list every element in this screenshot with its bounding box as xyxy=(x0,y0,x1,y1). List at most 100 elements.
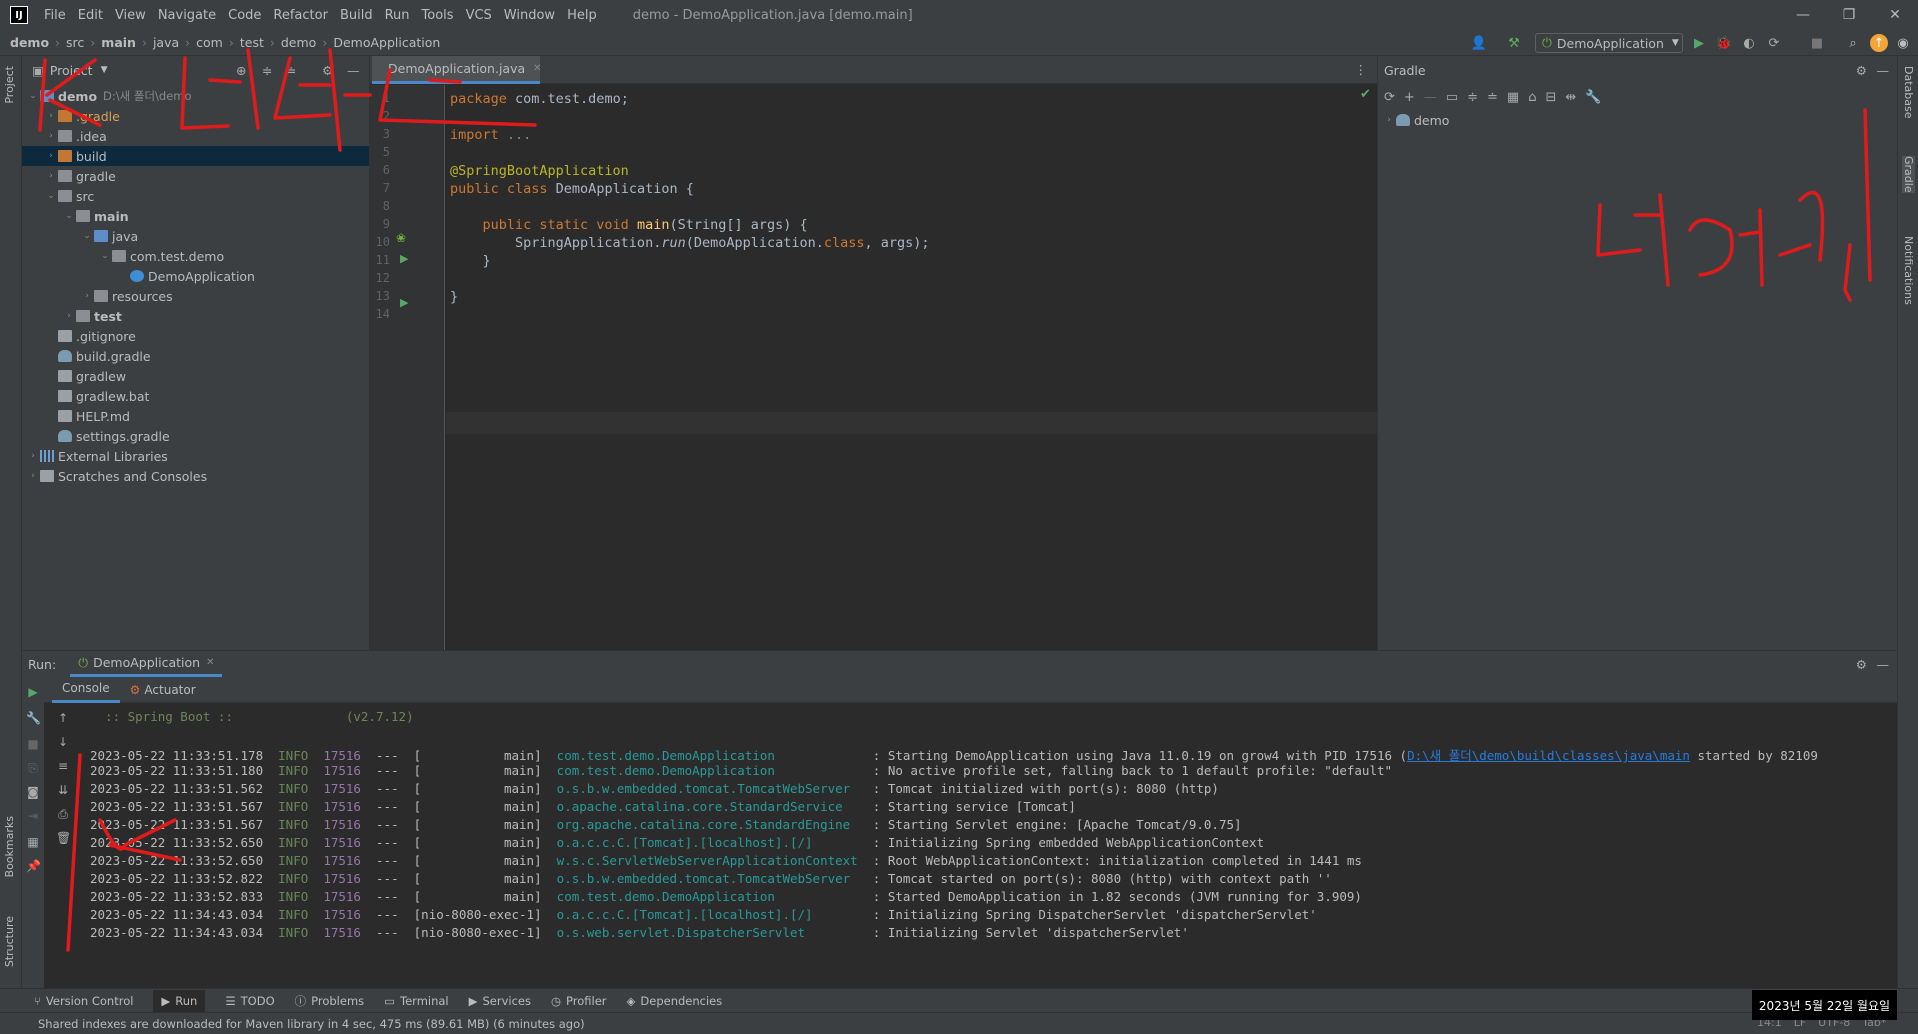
user-icon[interactable]: 👤 xyxy=(1470,34,1488,52)
run-gutter-icon[interactable]: ▶ xyxy=(400,252,408,265)
bookmarks-tool-button[interactable]: Bookmarks xyxy=(3,816,16,877)
menu-run[interactable]: Run xyxy=(379,8,416,23)
tree-item[interactable]: › build xyxy=(22,146,369,166)
status-message[interactable]: Shared indexes are downloaded for Maven … xyxy=(38,1017,585,1031)
breadcrumb-item[interactable]: demo xyxy=(10,35,49,50)
tree-item[interactable]: ⌄ demo D:\새 폴더\demo xyxy=(22,86,369,106)
project-tool-button[interactable]: Project xyxy=(3,66,16,104)
dependencies-icon[interactable]: ⇹ xyxy=(1565,90,1576,105)
update-icon[interactable]: ↑ xyxy=(1870,34,1888,52)
more-tabs-icon[interactable]: ⋮ xyxy=(1355,62,1368,77)
stop-icon[interactable]: ■ xyxy=(26,737,40,751)
collapse-all-icon[interactable]: ≐ xyxy=(286,63,296,78)
chevron-down-icon[interactable]: ⌄ xyxy=(44,191,58,201)
terminal-button[interactable]: ▭ Terminal xyxy=(384,994,448,1008)
breadcrumb-item[interactable]: src xyxy=(66,35,84,50)
scroll-down-icon[interactable]: ↓ xyxy=(56,735,70,749)
camera-icon[interactable]: ◙ xyxy=(26,785,40,799)
tree-item[interactable]: › Scratches and Consoles xyxy=(22,466,369,486)
tree-item[interactable]: DemoApplication xyxy=(22,266,369,286)
gradle-root-item[interactable]: › demo xyxy=(1378,110,1897,130)
reload-icon[interactable]: ⟳ xyxy=(1384,90,1395,105)
minimize-icon[interactable]: — xyxy=(1780,0,1826,30)
chevron-down-icon[interactable]: ⌄ xyxy=(98,251,112,261)
tab-demo-application[interactable]: DemoApplication.java ✕ xyxy=(372,56,542,84)
tree-item[interactable]: ⌄ main xyxy=(22,206,369,226)
exit-icon[interactable]: ⇥ xyxy=(26,809,40,823)
menu-window[interactable]: Window xyxy=(498,8,561,23)
chevron-right-icon[interactable]: › xyxy=(44,111,58,121)
tree-item[interactable]: ⌄ com.test.demo xyxy=(22,246,369,266)
menu-file[interactable]: File xyxy=(38,8,72,23)
chevron-down-icon[interactable]: ⌄ xyxy=(26,91,40,101)
tree-item[interactable]: gradlew.bat xyxy=(22,386,369,406)
gear-icon[interactable]: ⚙ xyxy=(1856,657,1867,672)
search-icon[interactable]: ⌕ xyxy=(1844,34,1862,52)
tree-item[interactable]: › External Libraries xyxy=(22,446,369,466)
print-icon[interactable]: ⎙ xyxy=(56,807,70,821)
database-tool-button[interactable]: Database xyxy=(1902,66,1915,119)
tree-item[interactable]: › .gradle xyxy=(22,106,369,126)
settings-logo-icon[interactable]: ◉ xyxy=(1894,34,1912,52)
breadcrumb-item[interactable]: main xyxy=(101,35,136,50)
remove-icon[interactable]: — xyxy=(1424,90,1437,105)
menu-view[interactable]: View xyxy=(109,8,152,23)
run-gutter-icon[interactable]: ▶ xyxy=(400,296,408,309)
tree-item[interactable]: ⌄ src xyxy=(22,186,369,206)
project-panel-title[interactable]: Project xyxy=(50,63,93,78)
menu-build[interactable]: Build xyxy=(334,8,379,23)
chevron-down-icon[interactable]: ⌄ xyxy=(62,211,76,221)
collapse-all-icon[interactable]: ≐ xyxy=(1487,90,1498,105)
menu-tools[interactable]: Tools xyxy=(416,8,460,23)
restore-layout-icon[interactable]: ⎘ xyxy=(26,761,40,775)
run-button[interactable]: ▶ Run xyxy=(153,989,206,1012)
log-path-link[interactable]: D:\새 폴더\demo\build\classes\java\main xyxy=(1407,748,1690,763)
chevron-down-icon[interactable]: ▼ xyxy=(101,65,108,75)
restore-icon[interactable]: ❐ xyxy=(1826,0,1872,30)
layout-icon[interactable]: ▦ xyxy=(26,835,40,849)
spring-bean-gutter-icon[interactable]: ❀ xyxy=(396,231,406,245)
gradle-tool-button[interactable]: Gradle xyxy=(1902,156,1915,193)
wrench-icon[interactable]: 🔧 xyxy=(26,711,41,725)
add-icon[interactable]: + xyxy=(1404,90,1415,105)
close-tab-icon[interactable]: ✕ xyxy=(206,657,214,668)
wrench-icon[interactable]: 🔧 xyxy=(1585,90,1601,105)
expand-all-icon[interactable]: ≑ xyxy=(262,63,272,78)
breadcrumb-item[interactable]: DemoApplication xyxy=(333,35,440,50)
hide-icon[interactable]: — xyxy=(1877,63,1890,78)
tree-item[interactable]: .gitignore xyxy=(22,326,369,346)
offline-icon[interactable]: ⊟ xyxy=(1545,90,1556,105)
hide-icon[interactable]: — xyxy=(1877,657,1890,672)
tab-console[interactable]: Console xyxy=(52,677,120,703)
problems-button[interactable]: ⓘ Problems xyxy=(295,993,365,1009)
tree-item[interactable]: build.gradle xyxy=(22,346,369,366)
structure-tool-button[interactable]: Structure xyxy=(3,916,16,967)
tree-item[interactable]: › .idea xyxy=(22,126,369,146)
gear-icon[interactable]: ⚙ xyxy=(1856,63,1867,78)
dependencies-button[interactable]: ◈ Dependencies xyxy=(627,994,723,1008)
gear-icon[interactable]: ⚙ xyxy=(322,63,333,78)
chevron-right-icon[interactable]: › xyxy=(44,131,58,141)
chevron-down-icon[interactable]: ⌄ xyxy=(80,231,94,241)
profiler-button[interactable]: ◷ Profiler xyxy=(551,994,607,1008)
profiler-icon[interactable]: ⟳ xyxy=(1765,34,1783,52)
menu-help[interactable]: Help xyxy=(561,8,603,23)
debug-icon[interactable]: 🐞 xyxy=(1715,34,1733,52)
hide-icon[interactable]: — xyxy=(347,63,360,78)
todo-button[interactable]: ☰ TODO xyxy=(225,994,274,1008)
menu-code[interactable]: Code xyxy=(222,8,267,23)
tree-item[interactable]: › gradle xyxy=(22,166,369,186)
chevron-right-icon[interactable]: › xyxy=(80,291,94,301)
menu-refactor[interactable]: Refactor xyxy=(267,8,334,23)
chevron-right-icon[interactable]: › xyxy=(44,151,58,161)
menu-navigate[interactable]: Navigate xyxy=(152,8,222,23)
version-control-button[interactable]: ⑂ Version Control xyxy=(34,994,133,1008)
stop-icon[interactable]: ■ xyxy=(1808,34,1826,52)
close-tab-icon[interactable]: ✕ xyxy=(533,63,541,74)
tree-item[interactable]: settings.gradle xyxy=(22,426,369,446)
close-icon[interactable]: ✕ xyxy=(1872,0,1918,30)
tree-item[interactable]: ⌄ java xyxy=(22,226,369,246)
tree-item[interactable]: HELP.md xyxy=(22,406,369,426)
run-icon[interactable]: ▶ xyxy=(1690,34,1708,52)
group-icon[interactable]: ▦ xyxy=(1507,90,1519,105)
